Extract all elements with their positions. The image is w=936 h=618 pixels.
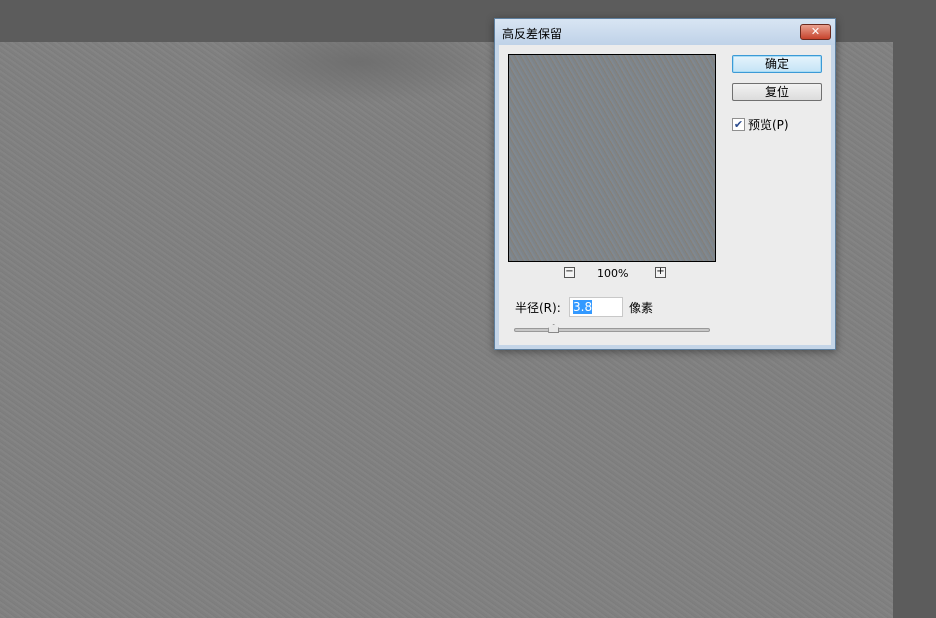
close-button[interactable]: ✕ [800, 24, 831, 40]
dialog-body: − 100% + 确定 复位 ✔ 预览(P) 半径(R): 3.8 像素 [499, 45, 831, 345]
radius-input[interactable]: 3.8 [569, 297, 623, 317]
radius-slider-track[interactable] [514, 328, 710, 332]
zoom-in-button[interactable]: + [655, 267, 666, 278]
dialog-title: 高反差保留 [502, 27, 563, 41]
ok-button[interactable]: 确定 [732, 55, 822, 73]
zoom-level: 100% [597, 267, 629, 280]
radius-label: 半径(R): [515, 301, 561, 315]
reset-button[interactable]: 复位 [732, 83, 822, 101]
preview-label: 预览(P) [748, 118, 789, 132]
radius-value: 3.8 [573, 300, 593, 314]
preview-checkbox[interactable]: ✔ [732, 118, 745, 131]
title-bar[interactable]: 高反差保留 ✕ [495, 19, 835, 45]
preview-image[interactable] [508, 54, 716, 262]
radius-slider-thumb[interactable] [548, 324, 560, 333]
preview-checkbox-row[interactable]: ✔ 预览(P) [732, 116, 789, 133]
high-pass-dialog: 高反差保留 ✕ − 100% + 确定 复位 ✔ 预览(P) 半径(R): 3.… [494, 18, 836, 350]
zoom-out-button[interactable]: − [564, 267, 575, 278]
radius-unit: 像素 [629, 301, 654, 315]
